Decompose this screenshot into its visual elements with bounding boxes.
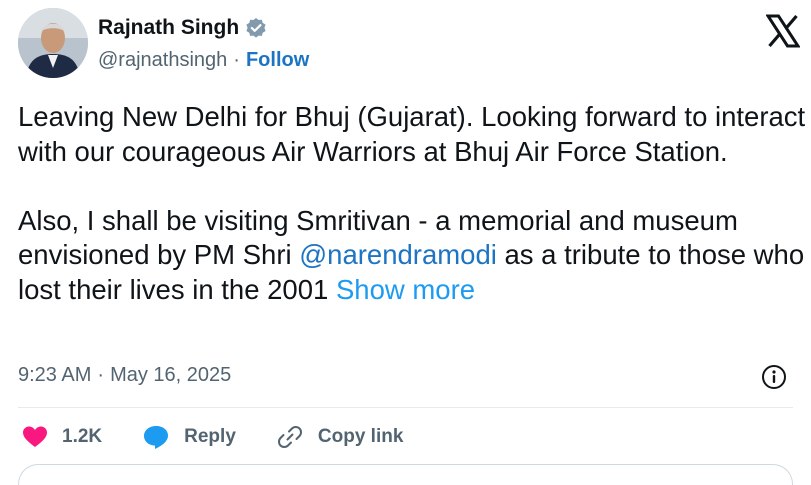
tweet-date[interactable]: May 16, 2025 <box>110 364 231 387</box>
like-count: 1.2K <box>62 426 103 447</box>
verified-badge-icon <box>245 17 267 39</box>
divider <box>18 407 793 408</box>
tweet-text: Leaving New Delhi for Bhuj (Gujarat). Lo… <box>18 100 808 307</box>
tweet-timestamp[interactable]: 9:23 AM · May 16, 2025 <box>18 364 231 387</box>
handle-separator: · <box>233 49 240 71</box>
tweet-time[interactable]: 9:23 AM <box>18 364 91 387</box>
copy-link-button[interactable]: Copy link <box>276 423 404 451</box>
reply-button[interactable]: Reply <box>142 424 236 450</box>
follow-button[interactable]: Follow <box>246 49 309 72</box>
author-name-row: Rajnath Singh <box>98 16 267 40</box>
info-icon[interactable] <box>761 364 787 390</box>
show-more-link[interactable]: Show more <box>336 274 475 305</box>
reply-box-edge <box>18 464 793 485</box>
avatar-image <box>18 8 88 78</box>
copy-link-label: Copy link <box>317 426 404 447</box>
reply-label: Reply <box>184 426 236 447</box>
avatar[interactable] <box>18 8 88 78</box>
action-bar: 1.2K Reply Copy link <box>22 423 443 451</box>
tweet-header: Rajnath Singh @rajnathsingh · Follow <box>18 8 801 78</box>
x-logo-icon[interactable] <box>765 14 801 48</box>
timestamp-separator: · <box>97 364 105 386</box>
heart-icon <box>23 426 47 447</box>
mention-link[interactable]: @narendramodi <box>299 239 497 270</box>
author-handle[interactable]: @rajnathsingh <box>98 49 227 72</box>
author-handle-row: @rajnathsingh · Follow <box>98 49 309 72</box>
author-display-name[interactable]: Rajnath Singh <box>98 16 239 40</box>
link-icon <box>277 426 302 448</box>
speech-bubble-icon <box>144 426 169 449</box>
like-button[interactable]: 1.2K <box>22 425 102 449</box>
